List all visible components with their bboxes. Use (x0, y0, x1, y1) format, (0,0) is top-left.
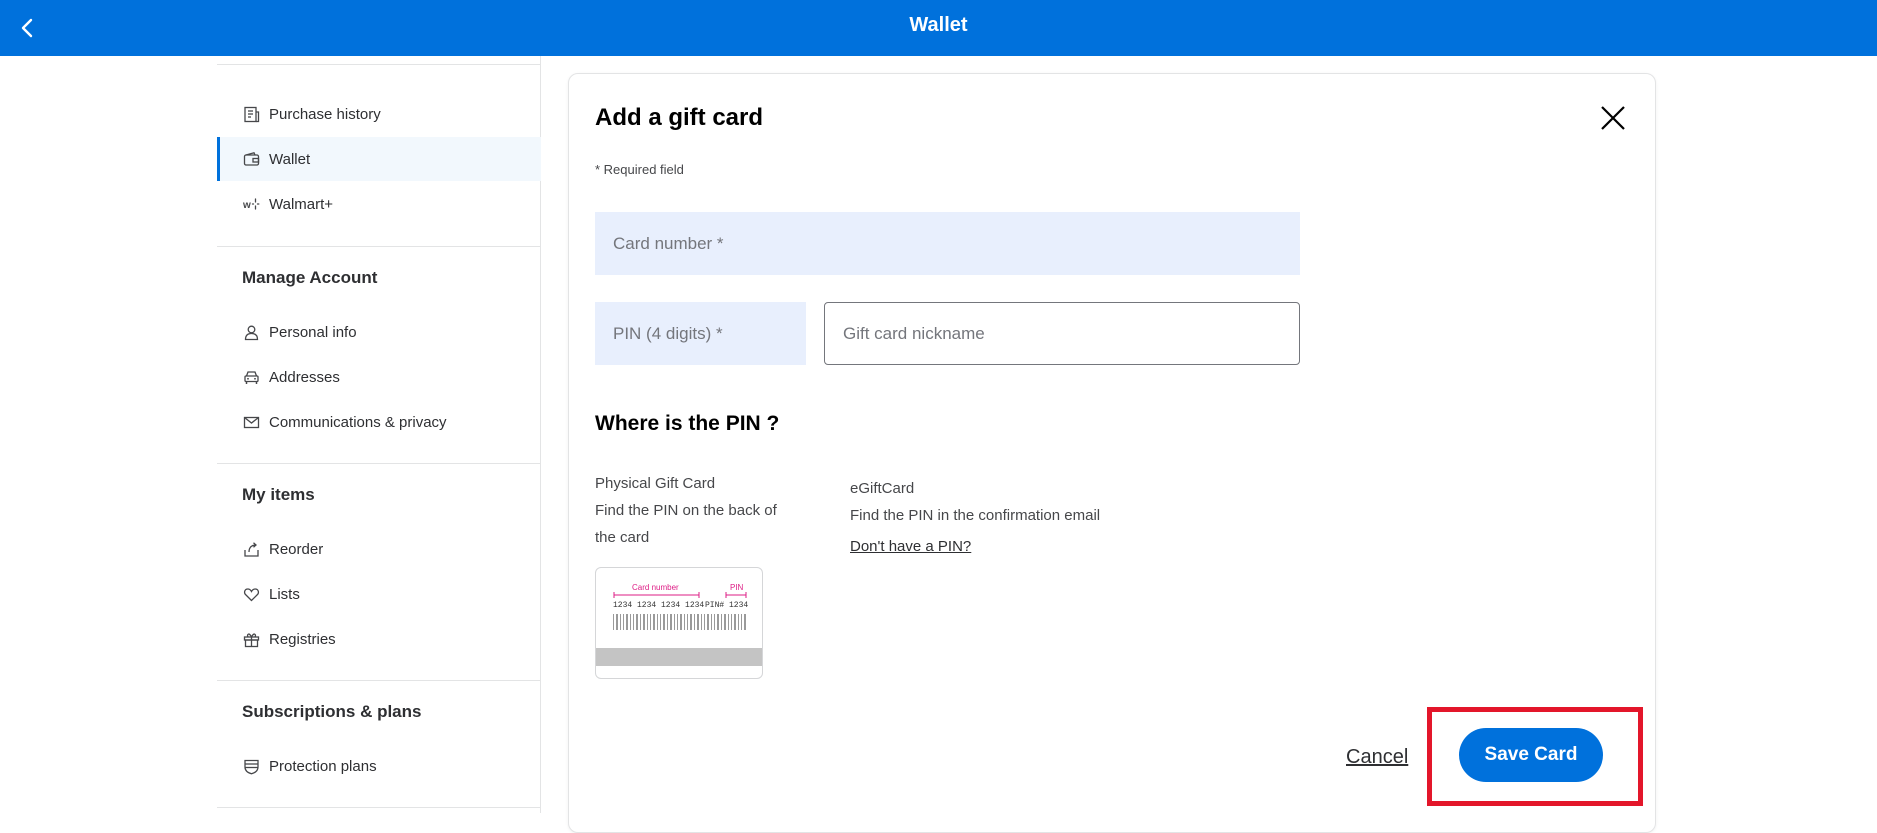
sidebar-item-purchase-history[interactable]: Purchase history (217, 92, 541, 136)
pin-input[interactable] (595, 302, 806, 365)
divider (217, 463, 541, 464)
receipt-icon (242, 105, 260, 123)
physical-card-info: Physical Gift Card Find the PIN on the b… (595, 470, 795, 551)
nickname-field-wrap (824, 302, 1300, 365)
pin-location-heading: Where is the PIN ? (595, 412, 780, 435)
section-title-my-items: My items (242, 485, 315, 504)
car-icon (242, 368, 260, 386)
sidebar-item-label: Communications & privacy (269, 413, 447, 431)
pin-field-wrap (595, 302, 806, 365)
sidebar-item-protection-plans[interactable]: Protection plans (217, 744, 541, 788)
card-number-field-wrap (595, 212, 1300, 275)
section-title-manage-account: Manage Account (242, 268, 378, 287)
cancel-button[interactable]: Cancel (1346, 746, 1408, 769)
sidebar-item-reorder[interactable]: Reorder (217, 527, 541, 571)
dont-have-pin-link[interactable]: Don't have a PIN? (850, 538, 971, 555)
divider (217, 246, 541, 247)
sidebar-item-communications-privacy[interactable]: Communications & privacy (217, 400, 541, 444)
sidebar-item-registries[interactable]: Registries (217, 617, 541, 661)
reorder-icon (242, 540, 260, 558)
wallet-icon (242, 150, 260, 168)
close-icon[interactable] (1597, 102, 1629, 134)
person-icon (242, 323, 260, 341)
sidebar-item-wallet[interactable]: Wallet (217, 137, 541, 181)
highlight-box (1427, 707, 1643, 806)
heart-icon (242, 585, 260, 603)
sidebar-item-label: Protection plans (269, 757, 377, 775)
shield-icon (242, 757, 260, 775)
sidebar-item-label: Wallet (269, 150, 311, 168)
sidebar-item-addresses[interactable]: Addresses (217, 355, 541, 399)
egift-card-desc: Find the PIN in the confirmation email (850, 507, 1101, 524)
gift-icon (242, 630, 260, 648)
physical-card-title: Physical Gift Card (595, 475, 716, 492)
divider (217, 64, 541, 65)
sidebar-item-lists[interactable]: Lists (217, 572, 541, 616)
gift-card-back-image: Card number PIN 1234 1234 1234 1234 PIN#… (595, 567, 763, 679)
required-field-note: * Required field (595, 162, 684, 177)
section-title-subscriptions-plans: Subscriptions & plans (242, 702, 422, 721)
dialog-title: Add a gift card (595, 104, 764, 131)
egift-card-title: eGiftCard (850, 480, 915, 497)
card-number-input[interactable] (595, 212, 1300, 275)
sidebar-item-label: Reorder (269, 540, 324, 558)
physical-card-desc: Find the PIN on the back of the card (595, 502, 777, 546)
egift-card-info: eGiftCard Find the PIN in the confirmati… (850, 475, 1170, 529)
divider (217, 680, 541, 681)
sidebar-item-label: Walmart+ (269, 195, 334, 213)
envelope-icon (242, 413, 260, 431)
sidebar-item-walmart-plus[interactable]: w Walmart+ (217, 182, 541, 226)
svg-text:w: w (243, 200, 251, 211)
sidebar-item-label: Personal info (269, 323, 357, 341)
card-image-digits: 1234 1234 1234 1234 (613, 601, 704, 610)
sidebar-item-label: Registries (269, 630, 336, 648)
page-title: Wallet (909, 14, 968, 36)
sidebar: Purchase history Wallet w Walmart+ Manag… (217, 56, 541, 813)
sidebar-item-label: Lists (269, 585, 300, 603)
sidebar-item-label: Addresses (269, 368, 340, 386)
card-image-pin-digits: PIN# 1234 (705, 601, 748, 610)
sidebar-item-personal-info[interactable]: Personal info (217, 310, 541, 354)
gift-card-nickname-input[interactable] (825, 303, 1299, 364)
card-image-card-number-label: Card number (632, 583, 679, 592)
top-bar: Wallet (0, 0, 1877, 56)
walmart-plus-icon: w (242, 195, 260, 213)
card-image-pin-label: PIN (730, 583, 744, 592)
sidebar-item-label: Purchase history (269, 105, 381, 123)
divider (217, 807, 541, 808)
